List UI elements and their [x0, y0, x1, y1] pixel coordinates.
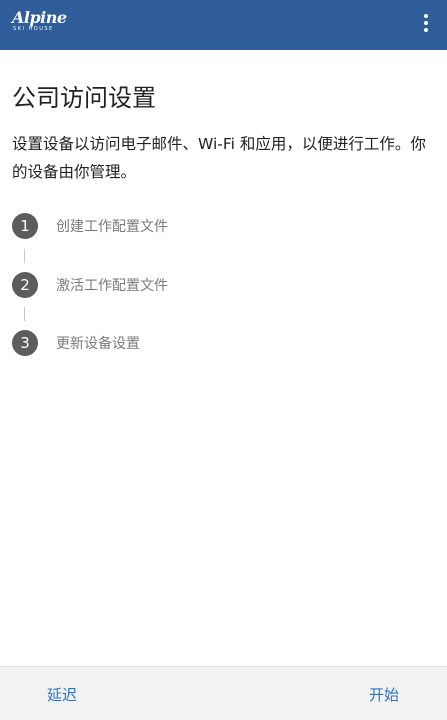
step-label: 创建工作配置文件 [56, 219, 168, 235]
step-item: 3 更新设备设置 [12, 329, 140, 357]
start-button[interactable]: 开始 [369, 684, 399, 705]
step-item: 1 创建工作配置文件 [12, 212, 168, 240]
page-description: 设置设备以访问电子邮件、Wi-Fi 和应用，以便进行工作。你的设备由你管理。 [12, 135, 426, 181]
step-number-badge: 2 [12, 272, 38, 298]
logo-text: Alpine [12, 8, 67, 27]
step-item: 2 激活工作配置文件 [12, 271, 168, 299]
step-connector [24, 249, 25, 263]
more-vert-icon[interactable] [413, 8, 439, 38]
step-number-badge: 1 [12, 213, 38, 239]
page-title: 公司访问设置 [12, 84, 156, 112]
bottom-action-bar: 延迟 开始 [0, 666, 447, 720]
logo-subtext: SKI HOUSE [13, 26, 54, 32]
company-logo: Alpine SKI HOUSE [12, 10, 67, 33]
setup-screen: Alpine SKI HOUSE 公司访问设置 设置设备以访问电子邮件、Wi-F… [0, 0, 447, 720]
menu-dot [424, 28, 428, 32]
menu-dot [424, 14, 428, 18]
menu-dot [424, 21, 428, 25]
step-label: 激活工作配置文件 [56, 278, 168, 294]
skip-button[interactable]: 延迟 [47, 684, 77, 705]
step-number-badge: 3 [12, 330, 38, 356]
app-header: Alpine SKI HOUSE [0, 0, 447, 50]
step-connector [24, 307, 25, 321]
step-label: 更新设备设置 [56, 336, 140, 352]
